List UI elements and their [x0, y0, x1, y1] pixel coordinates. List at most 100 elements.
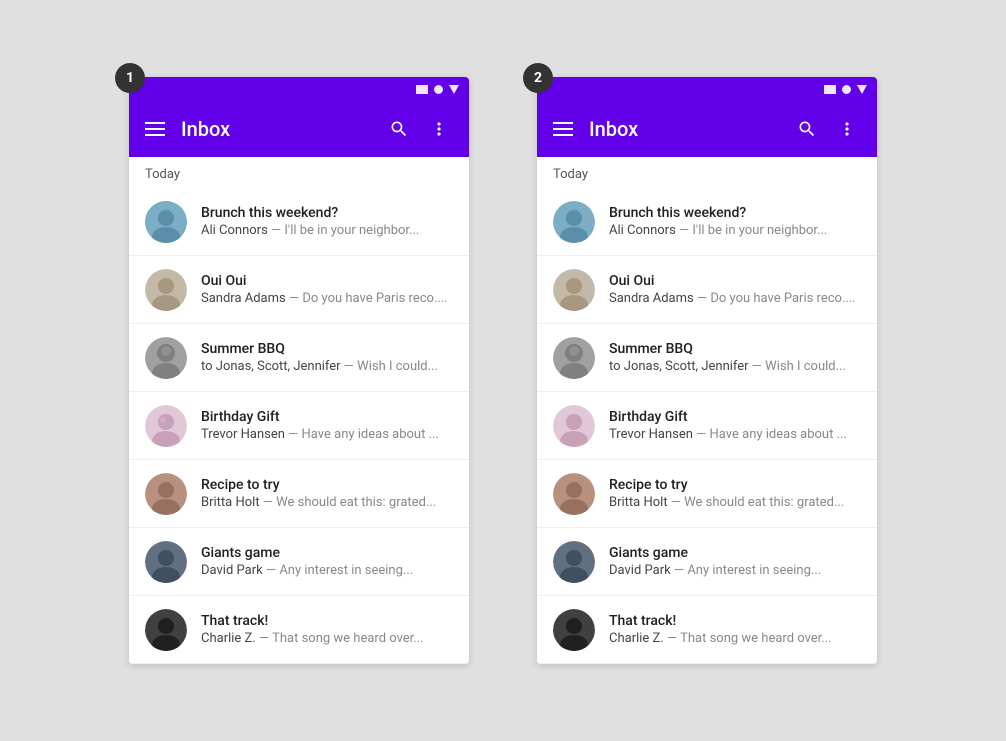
avatar-jonas-1: [145, 337, 187, 379]
search-button-2[interactable]: [793, 115, 821, 143]
email-preview-track-2: — That song we heard over...: [664, 631, 832, 646]
email-content-brunch-2: Brunch this weekend? Ali Connors — I'll …: [609, 205, 861, 238]
email-sender-birthday-2: Trevor Hansen: [609, 427, 693, 442]
email-sender-oui-2: Sandra Adams: [609, 291, 694, 306]
email-meta-summer-2: to Jonas, Scott, Jennifer — Wish I could…: [609, 359, 861, 374]
email-list-1: Today Brunch this weekend? Ali Connors: [129, 157, 469, 664]
more-button-1[interactable]: [425, 115, 453, 143]
email-subject-summer-1: Summer BBQ: [201, 341, 453, 357]
search-button-1[interactable]: [385, 115, 413, 143]
email-meta-brunch-2: Ali Connors — I'll be in your neighbor..…: [609, 223, 861, 238]
email-preview-track-1: — That song we heard over...: [256, 631, 424, 646]
email-subject-recipe-2: Recipe to try: [609, 477, 861, 493]
email-preview-recipe-2: — We should eat this: grated...: [668, 495, 845, 510]
avatar-david-1: [145, 541, 187, 583]
email-preview-birthday-1: — Have any ideas about ...: [285, 427, 439, 442]
email-content-track-2: That track! Charlie Z. — That song we he…: [609, 613, 861, 646]
email-sender-track-2: Charlie Z.: [609, 631, 664, 646]
email-meta-giants-2: David Park — Any interest in seeing...: [609, 563, 861, 578]
email-subject-summer-2: Summer BBQ: [609, 341, 861, 357]
wifi-icon: [434, 85, 443, 94]
email-subject-track-1: That track!: [201, 613, 453, 629]
email-item-oui-2[interactable]: Oui Oui Sandra Adams — Do you have Paris…: [537, 256, 877, 324]
wifi-icon-2: [842, 85, 851, 94]
email-item-giants-2[interactable]: Giants game David Park — Any interest in…: [537, 528, 877, 596]
email-content-track-1: That track! Charlie Z. — That song we he…: [201, 613, 453, 646]
email-subject-birthday-1: Birthday Gift: [201, 409, 453, 425]
avatar-jonas-2: [553, 337, 595, 379]
avatar-david-2: [553, 541, 595, 583]
menu-button-2[interactable]: [553, 122, 573, 136]
email-item-recipe-2[interactable]: Recipe to try Britta Holt — We should ea…: [537, 460, 877, 528]
email-preview-brunch-1: — I'll be in your neighbor...: [268, 223, 420, 238]
email-meta-giants-1: David Park — Any interest in seeing...: [201, 563, 453, 578]
email-item-birthday-2[interactable]: Birthday Gift Trevor Hansen — Have any i…: [537, 392, 877, 460]
avatar-charlie-2: [553, 609, 595, 651]
email-item-brunch-1[interactable]: Brunch this weekend? Ali Connors — I'll …: [129, 188, 469, 256]
toolbar-1: Inbox: [129, 101, 469, 157]
email-content-summer-1: Summer BBQ to Jonas, Scott, Jennifer — W…: [201, 341, 453, 374]
email-item-track-1[interactable]: That track! Charlie Z. — That song we he…: [129, 596, 469, 664]
avatar-trevor-1: [145, 405, 187, 447]
email-content-recipe-2: Recipe to try Britta Holt — We should ea…: [609, 477, 861, 510]
email-sender-brunch-1: Ali Connors: [201, 223, 268, 238]
menu-button-1[interactable]: [145, 122, 165, 136]
email-item-summer-1[interactable]: Summer BBQ to Jonas, Scott, Jennifer — W…: [129, 324, 469, 392]
email-meta-birthday-2: Trevor Hansen — Have any ideas about ...: [609, 427, 861, 442]
toolbar-title-1: Inbox: [181, 117, 373, 141]
email-subject-track-2: That track!: [609, 613, 861, 629]
email-preview-brunch-2: — I'll be in your neighbor...: [676, 223, 828, 238]
more-button-2[interactable]: [833, 115, 861, 143]
battery-icon-2: [857, 85, 867, 94]
phone-1: Inbox Today: [129, 77, 469, 664]
section-header-2: Today: [537, 157, 877, 188]
email-content-recipe-1: Recipe to try Britta Holt — We should ea…: [201, 477, 453, 510]
toolbar-2: Inbox: [537, 101, 877, 157]
email-item-birthday-1[interactable]: Birthday Gift Trevor Hansen — Have any i…: [129, 392, 469, 460]
email-meta-track-1: Charlie Z. — That song we heard over...: [201, 631, 453, 646]
email-meta-summer-1: to Jonas, Scott, Jennifer — Wish I could…: [201, 359, 453, 374]
email-subject-giants-2: Giants game: [609, 545, 861, 561]
email-item-summer-2[interactable]: Summer BBQ to Jonas, Scott, Jennifer — W…: [537, 324, 877, 392]
email-subject-oui-2: Oui Oui: [609, 273, 861, 289]
email-sender-summer-2: to Jonas, Scott, Jennifer: [609, 359, 749, 374]
avatar-britta-2: [553, 473, 595, 515]
email-meta-oui-1: Sandra Adams — Do you have Paris reco...…: [201, 291, 453, 306]
email-sender-recipe-2: Britta Holt: [609, 495, 668, 510]
email-item-oui-1[interactable]: Oui Oui Sandra Adams — Do you have Paris…: [129, 256, 469, 324]
email-content-giants-1: Giants game David Park — Any interest in…: [201, 545, 453, 578]
email-meta-recipe-1: Britta Holt — We should eat this: grated…: [201, 495, 453, 510]
phone-2: Inbox Today: [537, 77, 877, 664]
email-preview-giants-2: — Any interest in seeing...: [671, 563, 821, 578]
phone-2-wrapper: 2 Inbox: [537, 77, 877, 664]
email-content-oui-2: Oui Oui Sandra Adams — Do you have Paris…: [609, 273, 861, 306]
email-item-recipe-1[interactable]: Recipe to try Britta Holt — We should ea…: [129, 460, 469, 528]
email-content-brunch-1: Brunch this weekend? Ali Connors — I'll …: [201, 205, 453, 238]
email-preview-summer-2: — Wish I could...: [749, 359, 846, 374]
avatar-trevor-2: [553, 405, 595, 447]
email-item-giants-1[interactable]: Giants game David Park — Any interest in…: [129, 528, 469, 596]
email-item-track-2[interactable]: That track! Charlie Z. — That song we he…: [537, 596, 877, 664]
email-content-giants-2: Giants game David Park — Any interest in…: [609, 545, 861, 578]
email-subject-oui-1: Oui Oui: [201, 273, 453, 289]
email-content-oui-1: Oui Oui Sandra Adams — Do you have Paris…: [201, 273, 453, 306]
email-item-brunch-2[interactable]: Brunch this weekend? Ali Connors — I'll …: [537, 188, 877, 256]
email-preview-oui-1: — Do you have Paris reco....: [286, 291, 448, 306]
email-preview-oui-2: — Do you have Paris reco....: [694, 291, 856, 306]
panel-number-2: 2: [523, 63, 553, 93]
email-meta-brunch-1: Ali Connors — I'll be in your neighbor..…: [201, 223, 453, 238]
email-preview-summer-1: — Wish I could...: [341, 359, 438, 374]
email-preview-recipe-1: — We should eat this: grated...: [260, 495, 437, 510]
email-list-2: Today Brunch this weekend? Ali Connors —…: [537, 157, 877, 664]
email-sender-giants-1: David Park: [201, 563, 263, 578]
main-container: 1 Inbox: [95, 43, 911, 698]
battery-icon: [449, 85, 459, 94]
email-meta-track-2: Charlie Z. — That song we heard over...: [609, 631, 861, 646]
avatar-sandra-1: [145, 269, 187, 311]
email-subject-brunch-2: Brunch this weekend?: [609, 205, 861, 221]
avatar-charlie-1: [145, 609, 187, 651]
email-content-birthday-2: Birthday Gift Trevor Hansen — Have any i…: [609, 409, 861, 442]
email-sender-summer-1: to Jonas, Scott, Jennifer: [201, 359, 341, 374]
email-content-summer-2: Summer BBQ to Jonas, Scott, Jennifer — W…: [609, 341, 861, 374]
email-sender-oui-1: Sandra Adams: [201, 291, 286, 306]
